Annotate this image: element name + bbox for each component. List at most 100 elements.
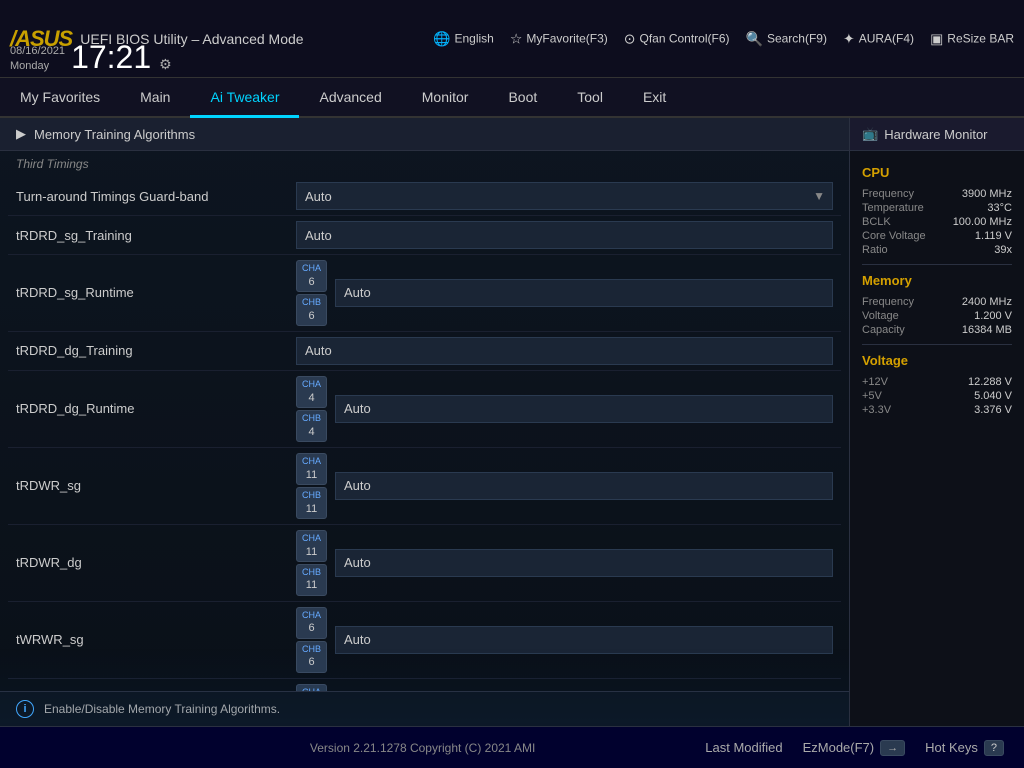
trdrd-sg-training-input[interactable] (296, 221, 833, 249)
cpu-bclk-row: BCLK 100.00 MHz (862, 216, 1012, 228)
setting-label-trdrd-sg-runtime: tRDRD_sg_Runtime (16, 285, 296, 300)
cpu-section-title: CPU (862, 165, 1012, 180)
turnaround-select[interactable]: Auto (296, 182, 833, 210)
language-selector[interactable]: 🌐 English (433, 30, 494, 47)
nav-ai-tweaker[interactable]: Ai Tweaker (190, 78, 299, 118)
setting-row-trdrd-sg-training: tRDRD_sg_Training (8, 216, 841, 255)
nav-monitor[interactable]: Monitor (402, 78, 489, 118)
nav-main[interactable]: Main (120, 78, 190, 118)
ez-mode-button[interactable]: EzMode(F7) → (803, 740, 906, 756)
trdrd-dg-training-input[interactable] (296, 337, 833, 365)
nav-advanced[interactable]: Advanced (299, 78, 401, 118)
cha-badge-trdwr-sg: CHA 11 (296, 453, 327, 485)
last-modified-button[interactable]: Last Modified (705, 740, 782, 755)
globe-icon: 🌐 (433, 30, 450, 47)
setting-control-trdwr-sg[interactable] (335, 472, 833, 500)
setting-control-turnaround[interactable]: Auto ▼ (296, 182, 833, 210)
setting-row-trdwr-dg: tRDWR_dg CHA 11 CHB 11 (8, 525, 841, 602)
hot-keys-icon: ? (984, 740, 1004, 756)
channel-badges-trdwr-dg: CHA 11 CHB 11 (296, 530, 327, 596)
nav-my-favorites[interactable]: My Favorites (0, 78, 120, 118)
memory-section-title: Memory (862, 273, 1012, 288)
monitor-icon: 📺 (862, 126, 878, 142)
cha-badge-dg: CHA 4 (296, 376, 327, 408)
aura-label: AURA(F4) (859, 32, 914, 46)
cpu-corevoltage-key: Core Voltage (862, 230, 926, 242)
cha-badge-twrwr-sg: CHA 6 (296, 607, 327, 639)
hw-monitor-panel: 📺 Hardware Monitor CPU Frequency 3900 MH… (849, 118, 1024, 726)
cpu-frequency-key: Frequency (862, 188, 914, 200)
info-icon: i (16, 700, 34, 718)
settings-list: Turn-around Timings Guard-band Auto ▼ tR… (0, 177, 849, 691)
volt-5v-key: +5V (862, 390, 882, 402)
volt-12v-val: 12.288 V (968, 376, 1012, 388)
trdwr-sg-input[interactable] (335, 472, 833, 500)
setting-row-turnaround: Turn-around Timings Guard-band Auto ▼ (8, 177, 841, 216)
setting-row-trdwr-sg: tRDWR_sg CHA 11 CHB 11 (8, 448, 841, 525)
date-display: 08/16/2021 (10, 44, 65, 58)
fan-icon: ⊙ (624, 30, 636, 47)
setting-control-trdrd-sg-training[interactable] (296, 221, 833, 249)
setting-control-trdrd-sg-runtime[interactable] (335, 279, 833, 307)
search-toolbar[interactable]: 🔍 Search(F9) (746, 30, 827, 47)
trdrd-sg-runtime-input[interactable] (335, 279, 833, 307)
twrwr-sg-input[interactable] (335, 626, 833, 654)
ez-mode-icon: → (880, 740, 905, 756)
trdwr-dg-input[interactable] (335, 549, 833, 577)
cpu-memory-divider (862, 264, 1012, 265)
hot-keys-label: Hot Keys (925, 740, 978, 755)
cpu-bclk-val: 100.00 MHz (953, 216, 1012, 228)
nav-exit[interactable]: Exit (623, 78, 686, 118)
language-label: English (454, 32, 493, 46)
setting-label-trdwr-dg: tRDWR_dg (16, 555, 296, 570)
aura-icon: ✦ (843, 30, 855, 47)
cpu-bclk-key: BCLK (862, 216, 891, 228)
trdrd-dg-runtime-input[interactable] (335, 395, 833, 423)
cpu-frequency-val: 3900 MHz (962, 188, 1012, 200)
setting-label-twrwr-sg: tWRWR_sg (16, 632, 296, 647)
ez-mode-label: EzMode(F7) (803, 740, 875, 755)
hot-keys-button[interactable]: Hot Keys ? (925, 740, 1004, 756)
nav-tool[interactable]: Tool (557, 78, 623, 118)
hw-monitor-title: 📺 Hardware Monitor (850, 118, 1024, 151)
info-bar: i Enable/Disable Memory Training Algorit… (0, 691, 849, 726)
mem-frequency-row: Frequency 2400 MHz (862, 296, 1012, 308)
cpu-temperature-key: Temperature (862, 202, 924, 214)
cha-badge: CHA 6 (296, 260, 327, 292)
cha-badge-trdwr-dg: CHA 11 (296, 530, 327, 562)
mem-capacity-key: Capacity (862, 324, 905, 336)
resize-label: ReSize BAR (947, 32, 1014, 46)
qfan-control-toolbar[interactable]: ⊙ Qfan Control(F6) (624, 30, 730, 47)
resize-bar-toolbar[interactable]: ▣ ReSize BAR (930, 30, 1014, 47)
setting-label-trdrd-sg-training: tRDRD_sg_Training (16, 228, 296, 243)
search-toolbar-icon: 🔍 (746, 30, 763, 47)
setting-control-twrwr-sg[interactable] (335, 626, 833, 654)
main-layout: ▶ Memory Training Algorithms Third Timin… (0, 118, 1024, 726)
info-text: Enable/Disable Memory Training Algorithm… (44, 702, 280, 716)
setting-control-trdwr-dg[interactable] (335, 549, 833, 577)
mem-voltage-key: Voltage (862, 310, 899, 322)
setting-label-trdwr-sg: tRDWR_sg (16, 478, 296, 493)
mem-voltage-row: Voltage 1.200 V (862, 310, 1012, 322)
volt-5v-row: +5V 5.040 V (862, 390, 1012, 402)
mem-frequency-val: 2400 MHz (962, 296, 1012, 308)
top-bar: /ASUS UEFI BIOS Utility – Advanced Mode … (0, 0, 1024, 78)
chb-badge: CHB 6 (296, 294, 327, 326)
datetime-area: 08/16/2021 Monday 17:21 ⚙ (10, 41, 172, 73)
aura-toolbar[interactable]: ✦ AURA(F4) (843, 30, 914, 47)
cpu-temperature-row: Temperature 33°C (862, 202, 1012, 214)
qfan-label: Qfan Control(F6) (639, 32, 729, 46)
setting-label-trdrd-dg-training: tRDRD_dg_Training (16, 343, 296, 358)
chb-badge-twrwr-sg: CHB 6 (296, 641, 327, 673)
channel-badges-trdrd-sg-runtime: CHA 6 CHB 6 (296, 260, 327, 326)
setting-control-trdrd-dg-training[interactable] (296, 337, 833, 365)
volt-12v-key: +12V (862, 376, 888, 388)
setting-control-trdrd-dg-runtime[interactable] (335, 395, 833, 423)
channel-badges-trdwr-sg: CHA 11 CHB 11 (296, 453, 327, 519)
setting-label-trdrd-dg-runtime: tRDRD_dg_Runtime (16, 401, 296, 416)
settings-gear-icon[interactable]: ⚙ (159, 56, 172, 73)
my-favorites-toolbar[interactable]: ☆ MyFavorite(F3) (510, 30, 608, 47)
section-label: Third Timings (0, 151, 849, 177)
nav-bar: My Favorites Main Ai Tweaker Advanced Mo… (0, 78, 1024, 118)
nav-boot[interactable]: Boot (488, 78, 557, 118)
